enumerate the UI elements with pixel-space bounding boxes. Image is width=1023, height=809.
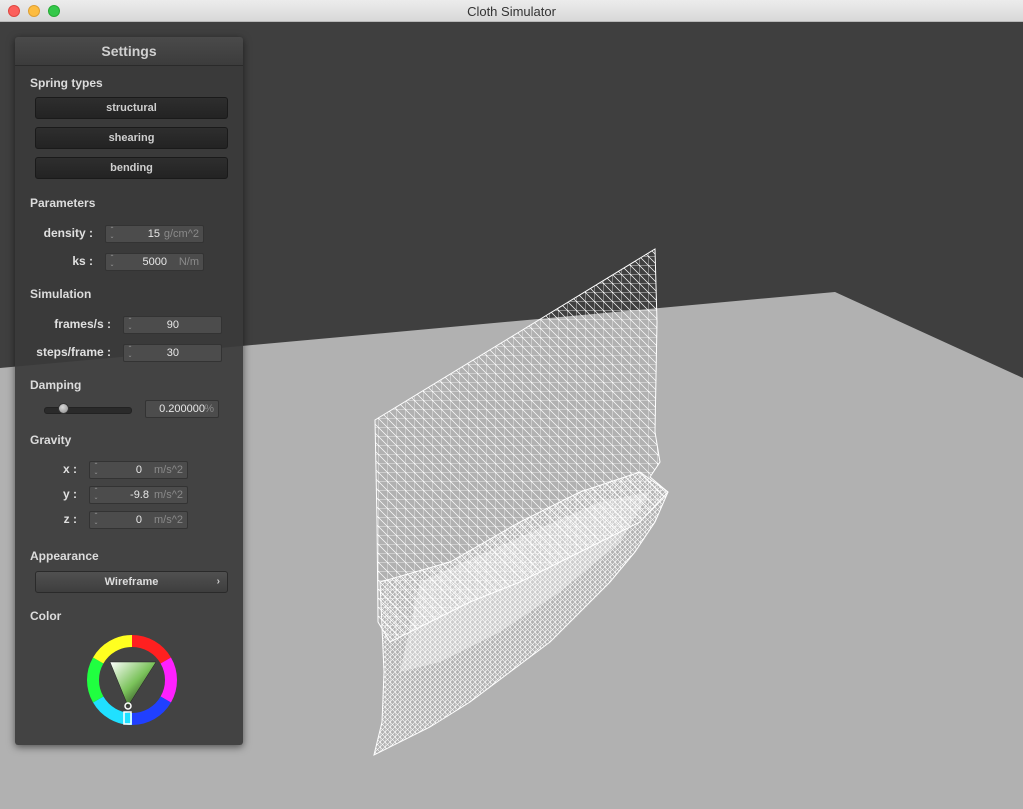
gravity-z-unit: m/s^2 [154,514,183,526]
window-title: Cloth Simulator [467,4,556,19]
gravity-x-field[interactable]: ⌃ ⌄ 0 m/s^2 [89,461,188,479]
damping-field[interactable]: 0.200000 % [145,400,219,418]
frames-per-second-field[interactable]: ⌃ ⌄ 90 [123,316,222,334]
gravity-y-field[interactable]: ⌃ ⌄ -9.8 m/s^2 [89,486,188,504]
settings-panel: Settings Spring types structural shearin… [15,37,243,745]
density-label: density : [43,226,93,240]
chevron-right-icon: › [216,576,220,587]
saturation-triangle [109,661,157,707]
damping-slider-handle[interactable] [58,403,69,414]
appearance-heading: Appearance [30,549,99,563]
color-heading: Color [30,609,62,623]
steps-per-frame-value: 30 [166,347,179,359]
frames-per-second-value: 90 [166,319,179,331]
spinner-arrows-icon[interactable]: ⌃ ⌄ [109,227,115,241]
density-value: 15 [147,228,160,240]
gravity-x-label: x : [62,462,77,476]
density-field[interactable]: ⌃ ⌄ 15 g/cm^2 [105,225,204,243]
gravity-x-value: 0 [135,464,142,476]
ks-value: 5000 [142,256,167,268]
gravity-x-unit: m/s^2 [154,464,183,476]
gravity-heading: Gravity [30,433,72,447]
spinner-arrows-icon[interactable]: ⌃ ⌄ [93,463,99,477]
damping-value: 0.200000 [159,403,205,415]
spinner-arrows-icon[interactable]: ⌃ ⌄ [93,488,99,502]
gravity-z-label: z : [63,512,77,526]
damping-unit: % [204,403,214,415]
spinner-arrows-icon[interactable]: ⌃ ⌄ [127,318,133,332]
gravity-y-label: y : [62,487,77,501]
structural-button[interactable]: structural [35,97,228,119]
appearance-dropdown[interactable]: Wireframe › [35,571,228,593]
panel-title[interactable]: Settings [15,37,243,66]
steps-per-frame-field[interactable]: ⌃ ⌄ 30 [123,344,222,362]
bending-button[interactable]: bending [35,157,228,179]
spinner-arrows-icon[interactable]: ⌃ ⌄ [127,346,133,360]
appearance-selected: Wireframe [104,576,159,588]
damping-heading: Damping [30,378,82,392]
app-window: Cloth Simulator Settings Spring types st… [0,0,1023,809]
steps-per-frame-label: steps/frame : [36,345,111,359]
gravity-y-unit: m/s^2 [154,489,183,501]
density-unit: g/cm^2 [163,228,199,240]
ks-unit: N/m [178,256,199,268]
damping-slider[interactable] [44,403,132,414]
ks-label: ks : [72,254,93,268]
spinner-arrows-icon[interactable]: ⌃ ⌄ [93,513,99,527]
frames-per-second-label: frames/s : [54,317,111,331]
spring-types-heading: Spring types [30,76,103,90]
parameters-heading: Parameters [30,196,96,210]
title-bar[interactable]: Cloth Simulator [0,0,1023,22]
ks-field[interactable]: ⌃ ⌄ 5000 N/m [105,253,204,271]
gravity-z-value: 0 [135,514,142,526]
shearing-button[interactable]: shearing [35,127,228,149]
gravity-z-field[interactable]: ⌃ ⌄ 0 m/s^2 [89,511,188,529]
simulation-heading: Simulation [30,287,92,301]
gravity-y-value: -9.8 [130,489,149,501]
color-wheel[interactable] [86,634,178,726]
spinner-arrows-icon[interactable]: ⌃ ⌄ [109,255,115,269]
